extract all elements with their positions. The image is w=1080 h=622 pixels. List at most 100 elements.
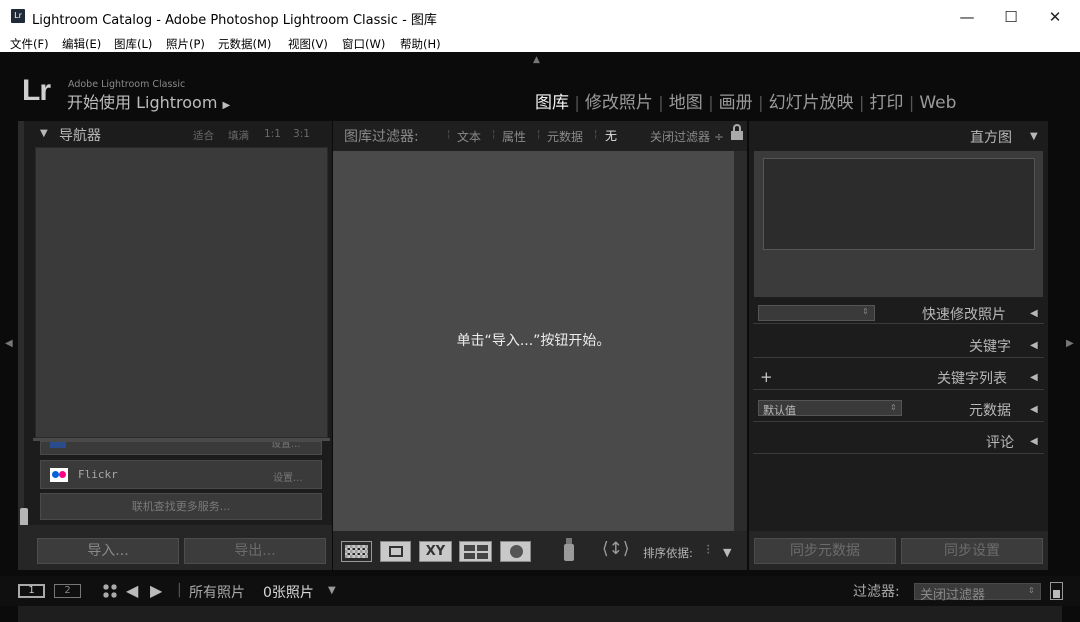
back-arrow-icon[interactable]: ◀ — [126, 581, 138, 600]
loupe-frame — [389, 546, 403, 557]
service-icon — [50, 442, 66, 448]
filter-separator: ¦ — [492, 129, 496, 140]
add-keyword-icon[interactable]: + — [760, 368, 773, 386]
menu-file[interactable]: 文件(F) — [10, 36, 49, 52]
disclosure-left-icon: ◀ — [1030, 340, 1038, 351]
histogram-title[interactable]: 直方图 — [970, 127, 1012, 147]
loupe-view-icon[interactable] — [380, 541, 411, 562]
filter-metadata[interactable]: 元数据 — [547, 128, 583, 145]
filter-preset-select[interactable]: 关闭过滤器 ÷ — [650, 128, 724, 145]
people-view-icon[interactable] — [500, 541, 531, 562]
collapse-left-icon[interactable]: ◀ — [5, 338, 13, 349]
menu-metadata[interactable]: 元数据(M) — [218, 36, 271, 52]
saved-preset-select[interactable]: ⇕ — [758, 305, 875, 321]
grid-view-icon[interactable] — [341, 541, 372, 562]
filter-select-value: 关闭过滤器 — [920, 588, 986, 603]
publish-service-partial[interactable]: 设置... — [40, 441, 322, 455]
menu-help[interactable]: 帮助(H) — [400, 36, 441, 52]
compare-view-icon[interactable]: XY — [419, 541, 452, 562]
identity-tagline[interactable]: 开始使用 Lightroom ▶ — [67, 89, 230, 113]
source-label[interactable]: 所有照片 — [189, 582, 245, 602]
forward-arrow-icon[interactable]: ▶ — [150, 581, 162, 600]
face-shape — [510, 545, 523, 558]
maximize-button[interactable]: ☐ — [988, 0, 1034, 34]
keyword-list-title: 关键字列表 — [937, 371, 1007, 387]
filter-attribute[interactable]: 属性 — [502, 128, 526, 145]
empty-message: 单击“导入...”按钮开始。 — [456, 333, 611, 349]
export-button[interactable]: 导出... — [184, 538, 326, 564]
filter-none[interactable]: 无 — [605, 127, 617, 144]
menu-view[interactable]: 视图(V) — [288, 36, 328, 52]
grid-cells — [345, 545, 368, 558]
flickr-dot-blue — [52, 471, 59, 478]
toolbar-menu-icon[interactable]: ▼ — [723, 546, 731, 559]
histogram-graph — [763, 158, 1035, 250]
grid-scrollbar[interactable] — [734, 151, 747, 531]
painter-icon[interactable] — [563, 538, 575, 563]
zoom-1-1[interactable]: 1:1 — [264, 128, 281, 140]
module-separator: | — [758, 93, 769, 112]
module-map[interactable]: 地图 — [669, 93, 703, 113]
menu-photo[interactable]: 照片(P) — [166, 36, 205, 52]
publish-service-flickr[interactable]: Flickr 设置... — [40, 460, 322, 489]
zoom-fit[interactable]: 适合 — [193, 128, 214, 143]
source-dropdown-icon[interactable]: ▼ — [328, 585, 336, 596]
sort-separator: ⁝ — [706, 542, 711, 558]
filmstrip-lock-icon[interactable] — [1050, 582, 1063, 600]
disclosure-left-icon: ◀ — [1030, 436, 1038, 447]
menu-library[interactable]: 图库(L) — [114, 36, 152, 52]
module-print[interactable]: 打印 — [869, 93, 903, 113]
module-book[interactable]: 画册 — [719, 93, 753, 113]
filter-bar-label: 图库过滤器: — [344, 129, 419, 145]
module-web[interactable]: Web — [919, 93, 956, 113]
sync-metadata-button[interactable]: 同步元数据 — [754, 538, 896, 564]
play-icon: ▶ — [222, 100, 231, 111]
module-separator: | — [658, 93, 669, 112]
collapse-top-icon[interactable]: ▲ — [533, 55, 540, 65]
lr-logo: Lr — [22, 74, 51, 107]
survey-cell — [464, 545, 475, 551]
menu-window[interactable]: 窗口(W) — [342, 36, 385, 52]
menu-edit[interactable]: 编辑(E) — [62, 36, 101, 52]
title-bar: Lr Lightroom Catalog - Adobe Photoshop L… — [0, 0, 1080, 34]
lock-icon[interactable] — [731, 124, 743, 141]
zoom-3-1[interactable]: 3:1 — [293, 128, 310, 140]
find-more-services-button[interactable]: 联机查找更多服务... — [40, 493, 322, 520]
minimize-button[interactable]: — — [944, 0, 990, 34]
disclosure-left-icon: ◀ — [1030, 308, 1038, 319]
module-picker: 图库 | 修改照片 | 地图 | 画册 | 幻灯片放映 | 打印 | Web — [535, 88, 956, 113]
service-setup[interactable]: 设置... — [271, 442, 301, 450]
zoom-fill[interactable]: 填满 — [228, 128, 249, 143]
survey-cell — [464, 553, 475, 559]
stepper-icon: ⇕ — [862, 307, 869, 316]
flickr-setup[interactable]: 设置... — [273, 469, 303, 484]
module-slideshow[interactable]: 幻灯片放映 — [769, 93, 854, 113]
metadata-preset-value: 默认值 — [763, 404, 796, 417]
metadata-title: 元数据 — [969, 403, 1011, 419]
filter-select[interactable]: 关闭过滤器 ⇕ — [914, 583, 1041, 603]
module-develop[interactable]: 修改照片 — [585, 93, 653, 113]
sync-settings-button[interactable]: 同步设置 — [901, 538, 1043, 564]
metadata-preset-select[interactable]: 默认值 ⇕ — [758, 400, 902, 417]
painter-body — [564, 544, 574, 561]
menu-bar: 文件(F) 编辑(E) 图库(L) 照片(P) 元数据(M) 视图(V) 窗口(… — [0, 34, 1080, 52]
module-separator: | — [708, 93, 719, 112]
survey-view-icon[interactable] — [459, 541, 492, 562]
filter-separator: ¦ — [447, 129, 451, 140]
sort-direction-icon[interactable]: ⟨↕⟩ — [602, 539, 630, 559]
stepper-icon: ⇕ — [1028, 586, 1035, 595]
navigator-preview[interactable] — [35, 147, 328, 438]
primary-window-button[interactable]: 1 — [18, 584, 45, 598]
app-icon: Lr — [11, 9, 25, 23]
grid-view-small-icon[interactable] — [102, 583, 118, 599]
filter-text[interactable]: 文本 — [457, 128, 481, 145]
left-scrollbar-track — [18, 121, 24, 570]
secondary-window-button[interactable]: 2 — [54, 584, 81, 598]
import-button[interactable]: 导入... — [37, 538, 179, 564]
close-button[interactable]: ✕ — [1032, 0, 1078, 34]
collapse-right-icon[interactable]: ▶ — [1066, 338, 1074, 349]
filmstrip-area[interactable] — [18, 606, 1062, 622]
disclosure-down-icon: ▼ — [1030, 131, 1038, 142]
filter-label: 过滤器: — [853, 584, 900, 600]
module-library[interactable]: 图库 — [535, 93, 569, 113]
